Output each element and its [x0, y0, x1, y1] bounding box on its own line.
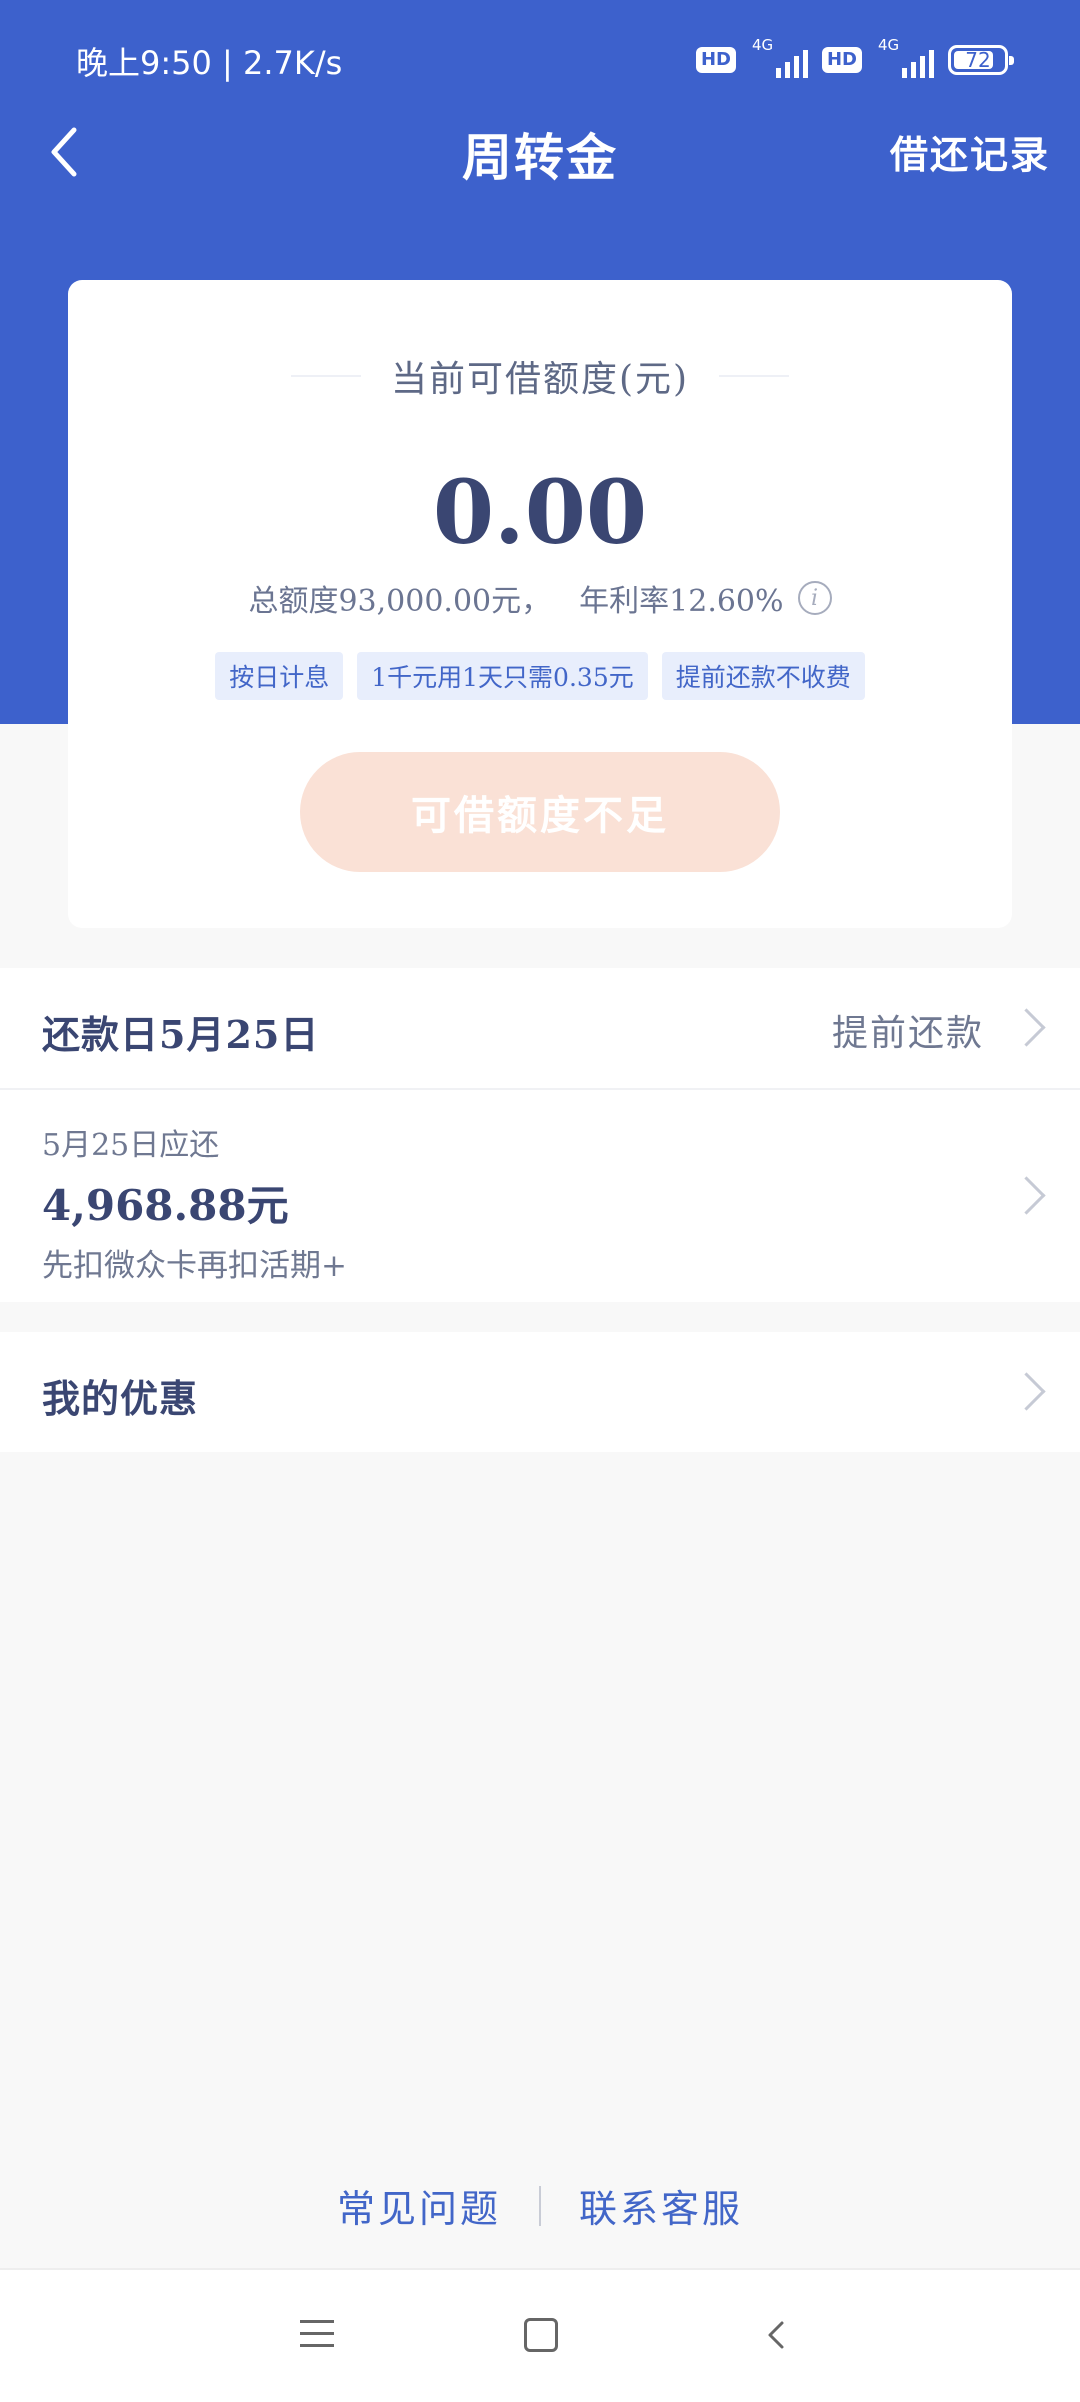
divider-line: [719, 375, 790, 377]
repayment-date-row[interactable]: 还款日5月25日 提前还款: [0, 968, 1080, 1088]
status-time-speed: 晚上9:50 | 2.7K/s: [76, 44, 343, 82]
due-amount: 4,968.88元: [42, 1181, 289, 1230]
faq-link[interactable]: 常见问题: [337, 2178, 501, 2233]
deduction-note: 先扣微众卡再扣活期+: [42, 1248, 347, 1284]
total-quota: 总额度93,000.00元，: [248, 584, 552, 619]
early-repay-link[interactable]: 提前还款: [832, 1004, 984, 1056]
feature-tags: 按日计息 1千元用1天只需0.35元 提前还款不收费: [68, 652, 1012, 700]
due-label: 5月25日应还: [42, 1128, 220, 1163]
hd-badge: HD: [695, 47, 736, 73]
my-offers-title: 我的优惠: [42, 1376, 199, 1421]
tag-cost-example: 1千元用1天只需0.35元: [357, 652, 648, 700]
loan-records-link[interactable]: 借还记录: [890, 124, 1050, 179]
divider-line: [290, 375, 361, 377]
customer-service-link[interactable]: 联系客服: [579, 2178, 743, 2233]
home-icon[interactable]: [524, 2318, 558, 2352]
system-nav-bar: [0, 2268, 1080, 2402]
status-bar: 晚上9:50 | 2.7K/s HD 4G HD 4G 72: [0, 0, 1080, 118]
hd-badge: HD: [821, 47, 862, 73]
repayment-date-title: 还款日5月25日: [42, 1012, 320, 1057]
footer-separator: [539, 2185, 541, 2226]
due-amount-row[interactable]: 5月25日应还 4,968.88元 先扣微众卡再扣活期+: [0, 1090, 1080, 1302]
battery-level: 72: [965, 48, 991, 72]
battery-icon: 72: [948, 45, 1014, 75]
footer-links: 常见问题 联系客服: [0, 2178, 1080, 2233]
quota-row: 总额度93,000.00元， 年利率12.60% i: [68, 576, 1012, 620]
credit-card: 当前可借额度(元) 0.00 总额度93,000.00元， 年利率12.60% …: [68, 280, 1012, 928]
menu-icon[interactable]: [300, 2320, 334, 2348]
status-icons: HD 4G HD 4G 72: [695, 36, 1014, 80]
chevron-right-icon: [1007, 1008, 1046, 1047]
back-icon[interactable]: [762, 2320, 792, 2350]
borrow-button[interactable]: 可借额度不足: [300, 752, 780, 872]
available-amount: 0.00: [432, 460, 648, 564]
signal-icon: 4G: [876, 36, 934, 80]
my-offers-row[interactable]: 我的优惠: [0, 1332, 1080, 1452]
tag-free-early-repay: 提前还款不收费: [661, 652, 865, 700]
credit-label-row: 当前可借额度(元): [68, 350, 1012, 402]
chevron-right-icon: [1007, 1176, 1046, 1215]
credit-label: 当前可借额度(元): [390, 359, 690, 400]
signal-icon: 4G: [750, 36, 808, 80]
info-icon[interactable]: i: [797, 581, 832, 615]
tag-daily-interest: 按日计息: [215, 652, 344, 700]
annual-rate: 年利率12.60%: [579, 584, 784, 619]
chevron-right-icon: [1007, 1372, 1046, 1411]
